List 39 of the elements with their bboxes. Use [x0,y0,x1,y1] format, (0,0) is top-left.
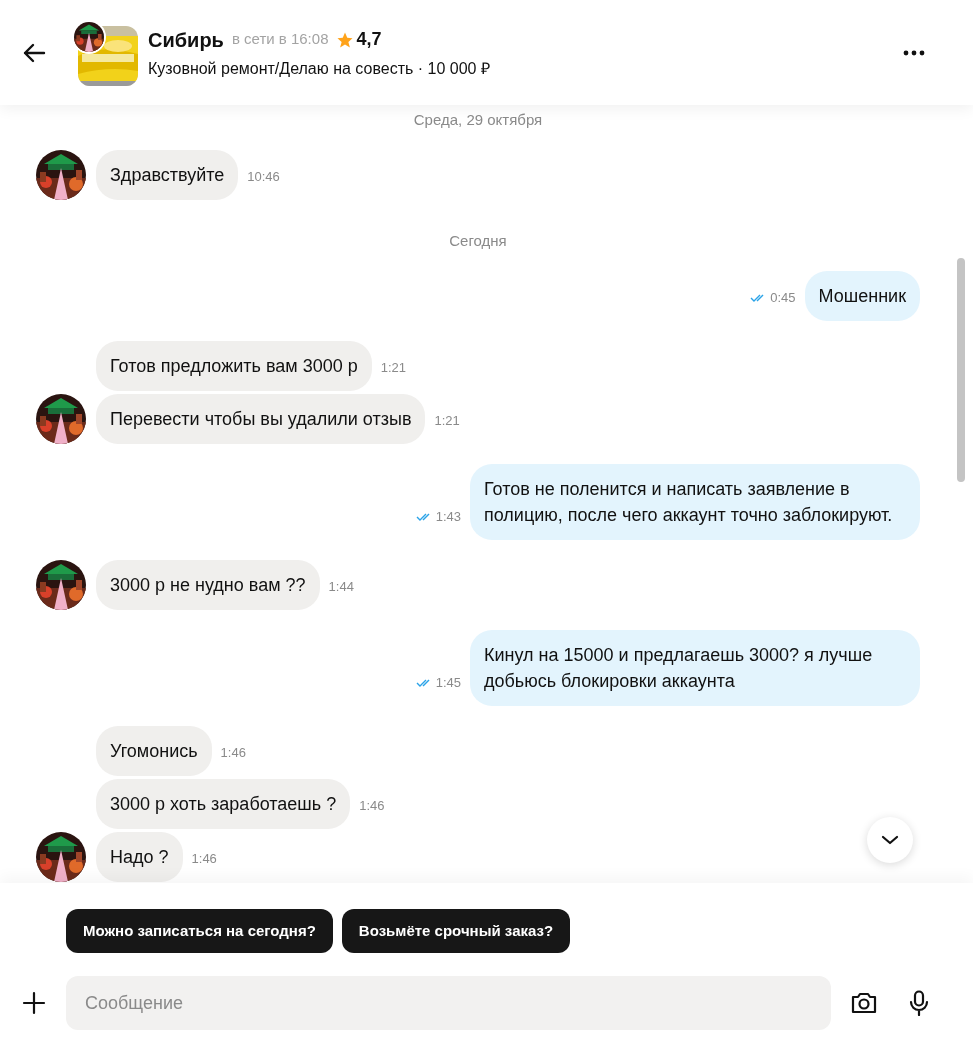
message-time: 1:45 [435,674,461,691]
message-bubble: Готов не поленится и написать заявление в полицию, после чего аккаунт точно заблокируют. [470,464,920,540]
chevron-down-icon [881,835,899,845]
message-bubble: Кинул на 15000 и предлагаешь 3000? я лучше добьюсь блокировки аккаунта [470,630,920,706]
seller-name: Сибирь [148,27,224,53]
message-time: 1:21 [434,412,460,429]
listing-subtitle: Кузовной ремонт/Делаю на совесть · 10 000 ₽ [148,58,491,79]
quick-reply-chip[interactable]: Можно записаться на сегодня? [66,909,333,953]
message-bubble: 3000 р не нудно вам ?? [96,560,320,610]
camera-icon [850,991,878,1015]
scroll-down-button[interactable] [867,817,913,863]
message-time: 0:45 [770,289,796,306]
message-bubble: Мошенник [804,271,920,321]
online-status: в сети в 16:08 [231,29,329,50]
message-bubble: Перевести чтобы вы удалили отзыв [96,394,426,444]
message-time: 1:43 [435,508,461,525]
microphone-icon [909,990,929,1016]
message-bubble: Угомонись [96,726,212,776]
more-icon [903,49,925,56]
message-time: 1:46 [191,850,217,867]
message-bubble: Готов предложить вам 3000 р [96,341,372,391]
back-arrow-icon [22,42,46,63]
message-time: 1:21 [380,359,406,376]
message-time: 1:46 [220,744,246,761]
quick-reply-chip[interactable]: Возьмёте срочный заказ? [341,909,571,953]
message-input[interactable]: Сообщение [66,976,831,1030]
message-bubble: 3000 р хоть заработаешь ? [96,779,351,829]
date-separator: Среда, 29 октября [413,110,543,130]
message-time: 1:46 [359,797,385,814]
message-bubble: Здравствуйте [96,150,239,200]
message-bubble: Надо ? [96,832,183,882]
message-time: 1:44 [328,578,354,595]
rating: 4,7 [356,28,382,51]
message-time: 10:46 [247,168,280,185]
add-button[interactable] [20,989,48,1017]
double-check-icon [415,511,432,522]
plus-icon [22,991,46,1015]
date-separator: Сегодня [449,231,507,251]
double-check-icon [415,677,432,688]
